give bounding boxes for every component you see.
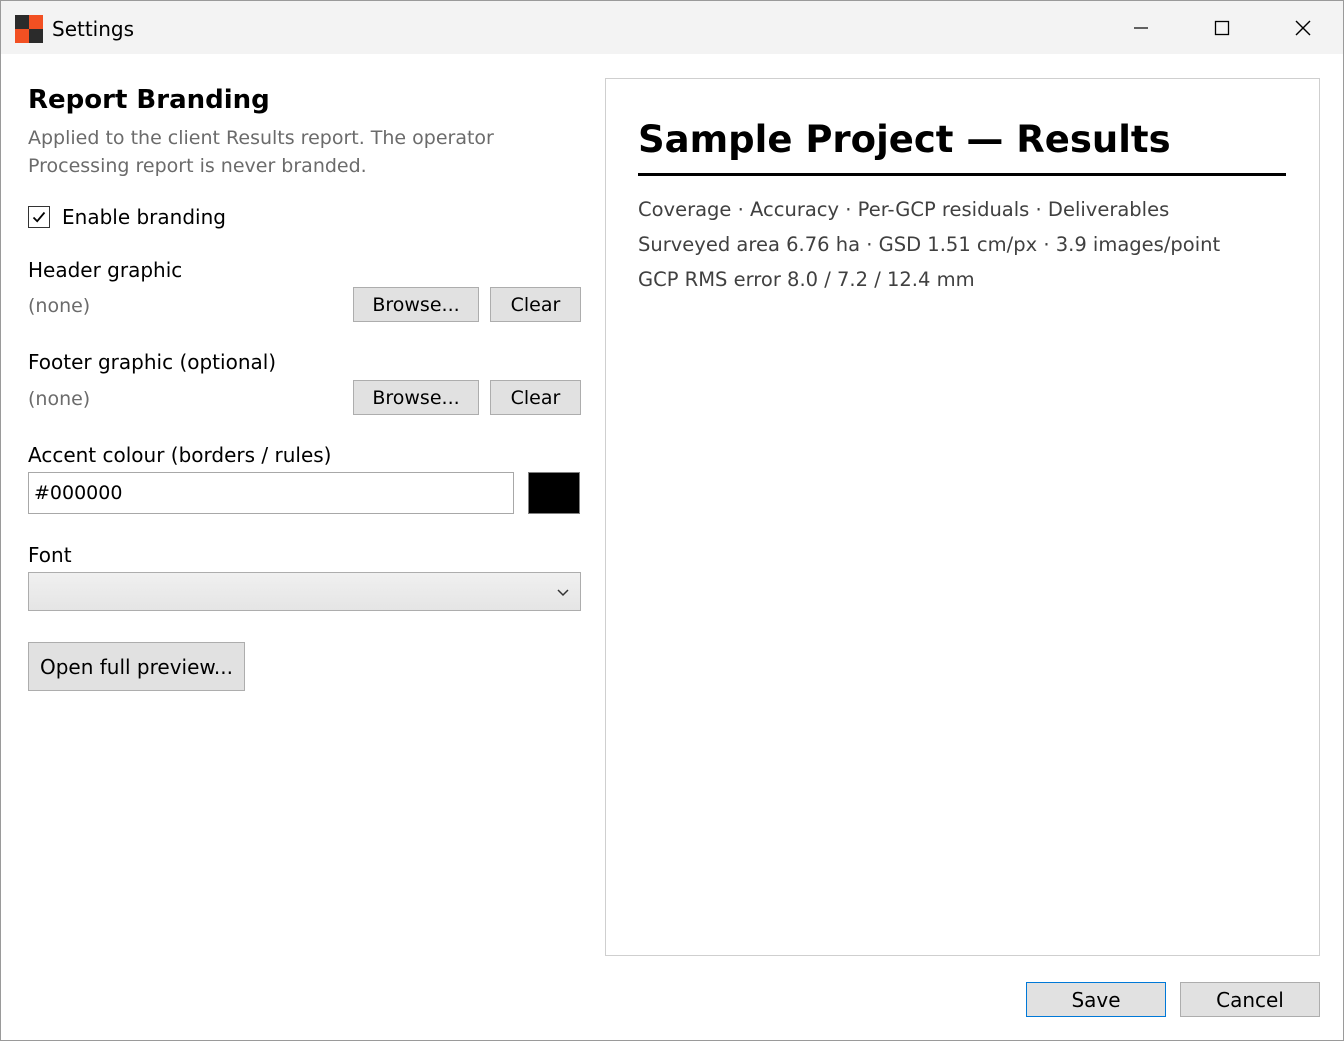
footer-browse-button[interactable]: Browse... xyxy=(353,380,479,415)
title-bar[interactable]: Settings xyxy=(1,1,1343,54)
accent-colour-swatch[interactable] xyxy=(528,472,580,514)
close-icon xyxy=(1295,20,1311,35)
open-full-preview-button[interactable]: Open full preview... xyxy=(28,642,245,691)
maximize-button[interactable] xyxy=(1182,1,1262,54)
accent-colour-input[interactable]: #000000 xyxy=(28,472,514,514)
header-clear-button[interactable]: Clear xyxy=(490,287,581,322)
footer-graphic-value: (none) xyxy=(28,388,91,410)
checkbox-box[interactable] xyxy=(28,206,50,228)
accent-colour-value: #000000 xyxy=(34,482,123,504)
section-title: Report Branding xyxy=(28,85,270,115)
window-title: Settings xyxy=(52,17,135,41)
report-preview-panel: Sample Project — Results Coverage · Accu… xyxy=(605,78,1320,956)
minimize-icon xyxy=(1134,26,1148,29)
footer-graphic-label: Footer graphic (optional) xyxy=(28,350,277,374)
maximize-icon xyxy=(1214,20,1230,35)
section-description: Applied to the client Results report. Th… xyxy=(28,127,494,177)
minimize-button[interactable] xyxy=(1101,1,1181,54)
preview-line: Surveyed area 6.76 ha · GSD 1.51 cm/px ·… xyxy=(638,233,1221,256)
save-button[interactable]: Save xyxy=(1026,982,1166,1017)
app-logo-icon xyxy=(15,15,43,43)
preview-title: Sample Project — Results xyxy=(638,115,1286,176)
header-graphic-label: Header graphic xyxy=(28,258,183,282)
preview-line: Coverage · Accuracy · Per-GCP residuals … xyxy=(638,198,1170,221)
settings-window: Settings Report Branding Applied to the … xyxy=(0,0,1344,1041)
header-browse-button[interactable]: Browse... xyxy=(353,287,479,322)
chevron-down-icon xyxy=(557,589,569,597)
font-label: Font xyxy=(28,543,72,567)
cancel-button[interactable]: Cancel xyxy=(1180,982,1320,1017)
enable-branding-checkbox[interactable]: Enable branding xyxy=(28,203,226,231)
enable-branding-label: Enable branding xyxy=(62,205,226,229)
header-graphic-value: (none) xyxy=(28,295,91,317)
preview-line: GCP RMS error 8.0 / 7.2 / 12.4 mm xyxy=(638,268,975,291)
font-select[interactable] xyxy=(28,572,581,611)
accent-colour-label: Accent colour (borders / rules) xyxy=(28,443,332,467)
footer-clear-button[interactable]: Clear xyxy=(490,380,581,415)
close-button[interactable] xyxy=(1263,1,1343,54)
checkmark-icon xyxy=(32,211,46,223)
